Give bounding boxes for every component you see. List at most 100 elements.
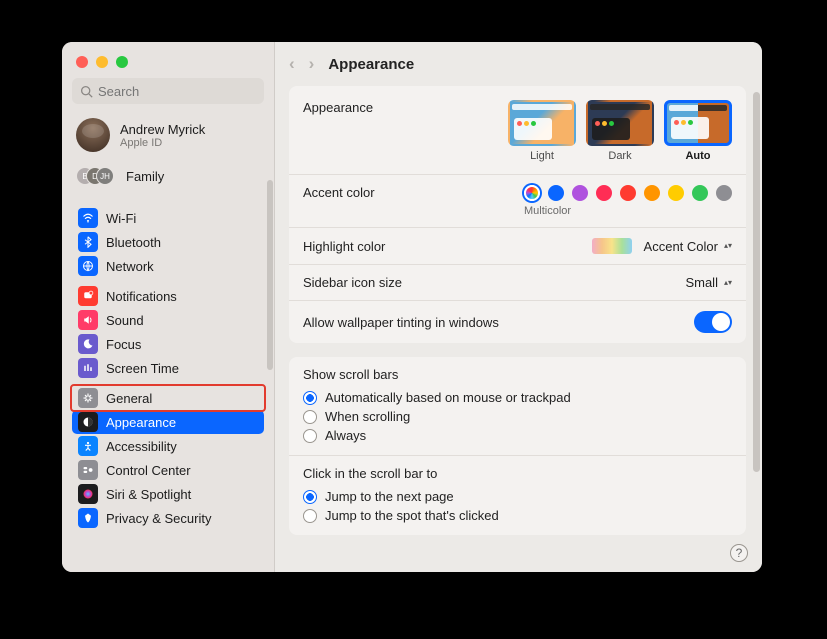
zoom-icon[interactable] bbox=[116, 56, 128, 68]
sidebar-item-wifi[interactable]: Wi-Fi bbox=[72, 206, 264, 230]
accent-sublabel: Multicolor bbox=[524, 205, 571, 217]
sidebar-size-select[interactable]: Small ▴▾ bbox=[685, 275, 732, 290]
notifications-icon bbox=[78, 286, 98, 306]
accent-swatch[interactable] bbox=[620, 185, 636, 201]
general-icon bbox=[78, 388, 98, 408]
accent-swatch[interactable] bbox=[668, 185, 684, 201]
scrollbars-option[interactable]: Automatically based on mouse or trackpad bbox=[303, 388, 732, 407]
sidebar-scrollbar[interactable] bbox=[267, 180, 273, 370]
clickscroll-title: Click in the scroll bar to bbox=[303, 466, 732, 481]
siri-icon bbox=[78, 484, 98, 504]
sidebar-item-accessibility[interactable]: Accessibility bbox=[72, 434, 264, 458]
appearance-option-dark[interactable]: Dark bbox=[586, 100, 654, 162]
user-sub: Apple ID bbox=[120, 137, 205, 149]
page-title: Appearance bbox=[328, 56, 414, 73]
accent-swatches bbox=[524, 185, 732, 201]
main-panel: ‹ › Appearance Appearance LightDarkAuto … bbox=[275, 42, 762, 572]
sidebar-item-network[interactable]: Network bbox=[72, 254, 264, 278]
highlight-swatch-icon bbox=[592, 238, 632, 254]
settings-window: Andrew Myrick Apple ID BDJH Family Wi-Fi… bbox=[62, 42, 762, 572]
close-icon[interactable] bbox=[76, 56, 88, 68]
appearance-thumb-auto bbox=[664, 100, 732, 146]
wifi-icon bbox=[78, 208, 98, 228]
tinting-toggle[interactable] bbox=[694, 311, 732, 333]
search-input[interactable] bbox=[98, 84, 256, 99]
focus-icon bbox=[78, 334, 98, 354]
avatar bbox=[76, 118, 110, 152]
sidebar-item-bluetooth[interactable]: Bluetooth bbox=[72, 230, 264, 254]
scroll-panel: Show scroll bars Automatically based on … bbox=[289, 357, 746, 535]
family-label: Family bbox=[126, 169, 164, 184]
clickscroll-option[interactable]: Jump to the next page bbox=[303, 487, 732, 506]
radio-icon bbox=[303, 429, 317, 443]
sidebar-item-label: Siri & Spotlight bbox=[106, 487, 191, 502]
sidebar-item-focus[interactable]: Focus bbox=[72, 332, 264, 356]
accent-swatch[interactable] bbox=[596, 185, 612, 201]
sidebar-item-appleid[interactable]: Andrew Myrick Apple ID bbox=[72, 112, 264, 158]
accent-swatch[interactable] bbox=[524, 185, 540, 201]
appearance-label: Appearance bbox=[303, 100, 373, 115]
chevron-updown-icon: ▴▾ bbox=[724, 280, 732, 286]
appearance-thumb-dark bbox=[586, 100, 654, 146]
sidebar-scroll: Andrew Myrick Apple ID BDJH Family Wi-Fi… bbox=[62, 112, 274, 572]
search-field[interactable] bbox=[72, 78, 264, 104]
sidebar-size-label: Sidebar icon size bbox=[303, 275, 402, 290]
sidebar-item-label: Notifications bbox=[106, 289, 177, 304]
sidebar-item-privacy[interactable]: Privacy & Security bbox=[72, 506, 264, 530]
radio-icon bbox=[303, 391, 317, 405]
sidebar-item-label: Privacy & Security bbox=[106, 511, 211, 526]
sidebar-item-label: Network bbox=[106, 259, 154, 274]
accent-swatch[interactable] bbox=[572, 185, 588, 201]
sidebar-item-notifications[interactable]: Notifications bbox=[72, 284, 264, 308]
main-scrollbar[interactable] bbox=[753, 92, 760, 472]
accent-swatch[interactable] bbox=[716, 185, 732, 201]
chevron-updown-icon: ▴▾ bbox=[724, 243, 732, 249]
appearance-option-auto[interactable]: Auto bbox=[664, 100, 732, 162]
sidebar-item-screentime[interactable]: Screen Time bbox=[72, 356, 264, 380]
screentime-icon bbox=[78, 358, 98, 378]
scrollbars-option[interactable]: Always bbox=[303, 426, 732, 445]
help-button[interactable]: ? bbox=[730, 544, 748, 562]
sidebar-item-label: Screen Time bbox=[106, 361, 179, 376]
sidebar-item-label: Focus bbox=[106, 337, 141, 352]
minimize-icon[interactable] bbox=[96, 56, 108, 68]
sidebar-item-controlcenter[interactable]: Control Center bbox=[72, 458, 264, 482]
sidebar-item-label: Control Center bbox=[106, 463, 191, 478]
highlight-label: Highlight color bbox=[303, 239, 385, 254]
sidebar-item-label: Accessibility bbox=[106, 439, 177, 454]
tinting-label: Allow wallpaper tinting in windows bbox=[303, 315, 499, 330]
user-name: Andrew Myrick bbox=[120, 122, 205, 137]
accent-swatch[interactable] bbox=[644, 185, 660, 201]
bluetooth-icon bbox=[78, 232, 98, 252]
sidebar-item-sound[interactable]: Sound bbox=[72, 308, 264, 332]
accent-swatch[interactable] bbox=[548, 185, 564, 201]
family-avatars: BDJH bbox=[76, 164, 116, 188]
window-controls bbox=[62, 42, 274, 78]
accent-swatch[interactable] bbox=[692, 185, 708, 201]
accessibility-icon bbox=[78, 436, 98, 456]
back-button[interactable]: ‹ bbox=[289, 54, 295, 74]
highlight-select[interactable]: Accent Color ▴▾ bbox=[592, 238, 732, 254]
sidebar-item-label: Bluetooth bbox=[106, 235, 161, 250]
search-icon bbox=[80, 85, 93, 98]
sidebar-item-appearance[interactable]: Appearance bbox=[72, 410, 264, 434]
sidebar-item-family[interactable]: BDJH Family bbox=[72, 158, 264, 200]
forward-button[interactable]: › bbox=[309, 54, 315, 74]
radio-icon bbox=[303, 410, 317, 424]
appearance-thumb-light bbox=[508, 100, 576, 146]
sidebar-item-siri[interactable]: Siri & Spotlight bbox=[72, 482, 264, 506]
radio-icon bbox=[303, 509, 317, 523]
sound-icon bbox=[78, 310, 98, 330]
sidebar-item-label: Appearance bbox=[106, 415, 176, 430]
sidebar-item-general[interactable]: General bbox=[72, 386, 264, 410]
privacy-icon bbox=[78, 508, 98, 528]
accent-label: Accent color bbox=[303, 185, 375, 200]
clickscroll-option[interactable]: Jump to the spot that's clicked bbox=[303, 506, 732, 525]
appearance-option-light[interactable]: Light bbox=[508, 100, 576, 162]
sidebar-item-label: Sound bbox=[106, 313, 144, 328]
sidebar-item-label: Wi-Fi bbox=[106, 211, 136, 226]
scrollbars-option[interactable]: When scrolling bbox=[303, 407, 732, 426]
sidebar: Andrew Myrick Apple ID BDJH Family Wi-Fi… bbox=[62, 42, 275, 572]
controlcenter-icon bbox=[78, 460, 98, 480]
header: ‹ › Appearance bbox=[275, 42, 762, 86]
